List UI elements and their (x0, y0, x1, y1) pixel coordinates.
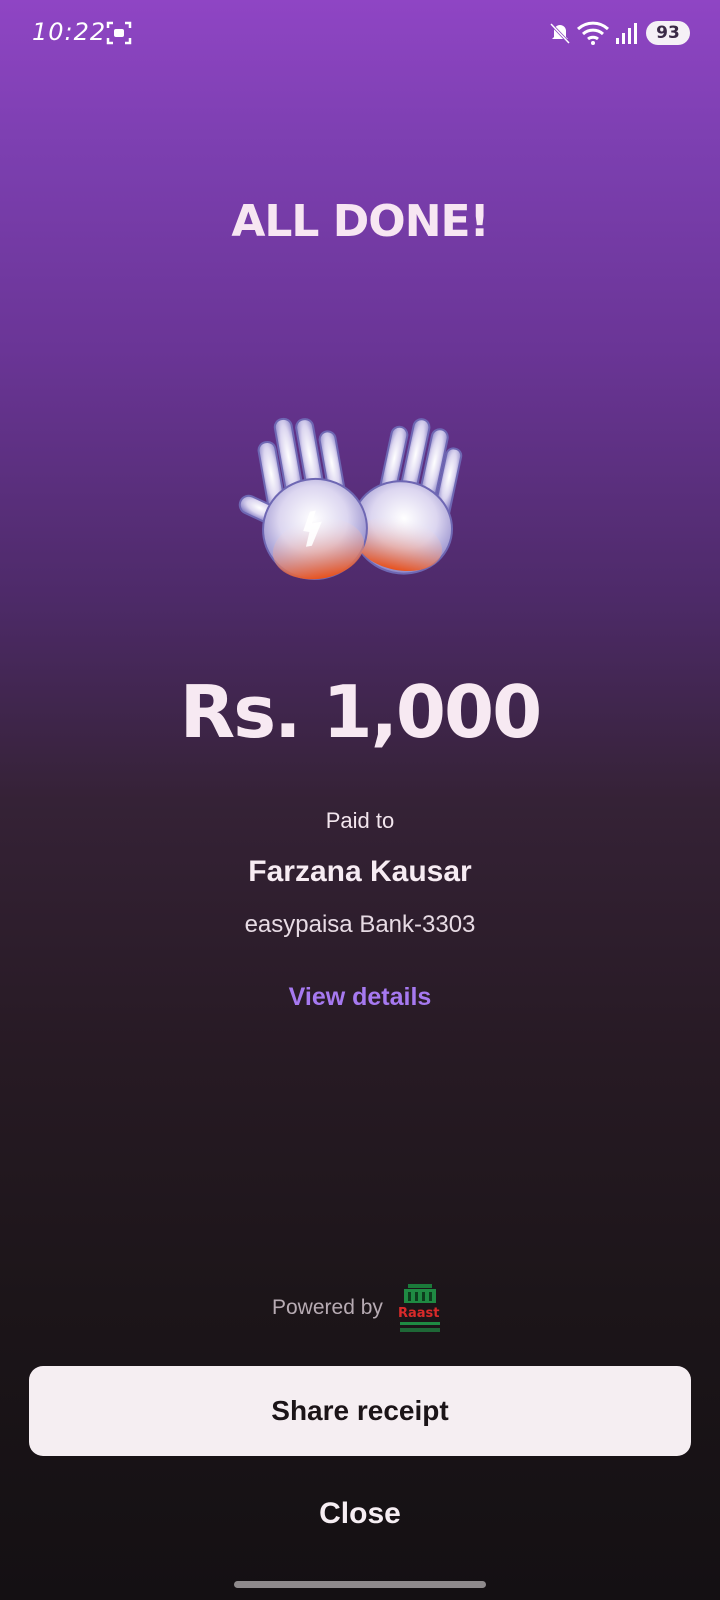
success-title: ALL DONE! (231, 196, 489, 247)
high-five-hands-icon (238, 417, 463, 581)
signal-icon (616, 23, 637, 44)
share-receipt-button[interactable]: Share receipt (29, 1366, 691, 1456)
payee-name: Farzana Kausar (248, 855, 472, 888)
payment-amount: Rs. 1,000 (179, 670, 542, 754)
paid-to-label: Paid to (325, 808, 395, 833)
raast-logo-text: Raast (398, 1306, 440, 1321)
wifi-icon (576, 21, 610, 45)
status-bar: 10:22 93 (0, 0, 720, 66)
status-time: 10:22 (32, 18, 107, 46)
payee-account: easypaisa Bank-3303 (244, 911, 476, 938)
powered-by-label: Powered by (272, 1296, 383, 1319)
battery-icon: 93 (646, 21, 690, 45)
mute-icon (549, 22, 571, 45)
home-indicator[interactable] (234, 1581, 486, 1588)
close-button[interactable]: Close (260, 1490, 460, 1538)
view-details-link[interactable]: View details (260, 983, 460, 1012)
screen-record-icon (106, 21, 132, 45)
